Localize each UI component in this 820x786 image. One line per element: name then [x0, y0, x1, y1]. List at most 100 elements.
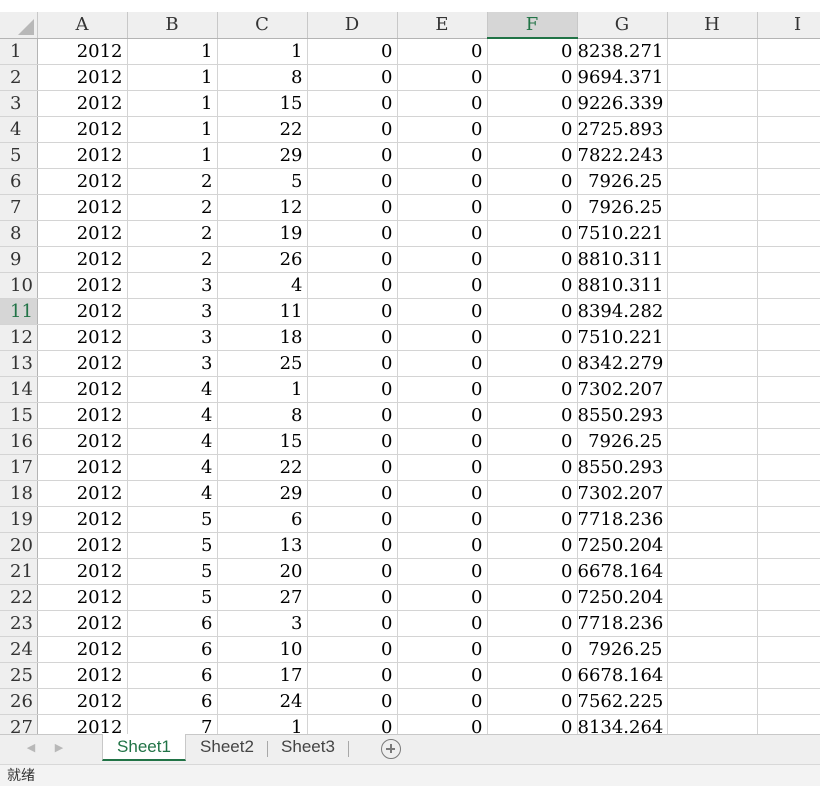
- cell-b3[interactable]: 1: [127, 90, 218, 117]
- cell-h1[interactable]: [667, 38, 758, 65]
- cell-e17[interactable]: 0: [397, 454, 488, 481]
- cell-e26[interactable]: 0: [397, 688, 488, 715]
- cell-b13[interactable]: 3: [127, 350, 218, 377]
- cell-e1[interactable]: 0: [397, 38, 488, 65]
- cell-f7[interactable]: 0: [487, 194, 578, 221]
- cell-b10[interactable]: 3: [127, 272, 218, 299]
- cell-d26[interactable]: 0: [307, 688, 398, 715]
- cell-d11[interactable]: 0: [307, 298, 398, 325]
- cell-i15[interactable]: [757, 402, 820, 429]
- cell-d2[interactable]: 0: [307, 64, 398, 91]
- column-header-d[interactable]: D: [307, 12, 398, 39]
- cell-g5[interactable]: 7822.243: [577, 142, 668, 169]
- cell-d12[interactable]: 0: [307, 324, 398, 351]
- cell-g23[interactable]: 7718.236: [577, 610, 668, 637]
- cell-c27[interactable]: 1: [217, 714, 308, 734]
- row-header[interactable]: 13: [0, 350, 38, 377]
- cell-c18[interactable]: 29: [217, 480, 308, 507]
- row-header[interactable]: 23: [0, 610, 38, 637]
- cell-g19[interactable]: 7718.236: [577, 506, 668, 533]
- cell-e9[interactable]: 0: [397, 246, 488, 273]
- cell-i14[interactable]: [757, 376, 820, 403]
- cell-d8[interactable]: 0: [307, 220, 398, 247]
- row-header[interactable]: 7: [0, 194, 38, 221]
- row-header[interactable]: 16: [0, 428, 38, 455]
- cell-c7[interactable]: 12: [217, 194, 308, 221]
- cell-d24[interactable]: 0: [307, 636, 398, 663]
- cell-c11[interactable]: 11: [217, 298, 308, 325]
- row-header[interactable]: 27: [0, 714, 38, 734]
- cell-c1[interactable]: 1: [217, 38, 308, 65]
- cell-i26[interactable]: [757, 688, 820, 715]
- cell-c3[interactable]: 15: [217, 90, 308, 117]
- cell-c26[interactable]: 24: [217, 688, 308, 715]
- cell-g10[interactable]: 8810.311: [577, 272, 668, 299]
- cell-f17[interactable]: 0: [487, 454, 578, 481]
- cell-a23[interactable]: 2012: [37, 610, 128, 637]
- cell-f21[interactable]: 0: [487, 558, 578, 585]
- cell-b5[interactable]: 1: [127, 142, 218, 169]
- cell-g3[interactable]: 9226.339: [577, 90, 668, 117]
- cell-c15[interactable]: 8: [217, 402, 308, 429]
- tab-sheet2[interactable]: Sheet2: [187, 734, 267, 761]
- cell-d4[interactable]: 0: [307, 116, 398, 143]
- row-header[interactable]: 24: [0, 636, 38, 663]
- row-header[interactable]: 22: [0, 584, 38, 611]
- cell-e13[interactable]: 0: [397, 350, 488, 377]
- row-header[interactable]: 12: [0, 324, 38, 351]
- cell-d7[interactable]: 0: [307, 194, 398, 221]
- column-header-h[interactable]: H: [667, 12, 758, 39]
- cell-i12[interactable]: [757, 324, 820, 351]
- cell-d9[interactable]: 0: [307, 246, 398, 273]
- cell-g11[interactable]: 8394.282: [577, 298, 668, 325]
- cell-f18[interactable]: 0: [487, 480, 578, 507]
- cell-g7[interactable]: 7926.25: [577, 194, 668, 221]
- row-header[interactable]: 18: [0, 480, 38, 507]
- row-header[interactable]: 1: [0, 38, 38, 65]
- cell-d16[interactable]: 0: [307, 428, 398, 455]
- cell-f3[interactable]: 0: [487, 90, 578, 117]
- cell-b14[interactable]: 4: [127, 376, 218, 403]
- cell-a26[interactable]: 2012: [37, 688, 128, 715]
- cell-c2[interactable]: 8: [217, 64, 308, 91]
- cell-g15[interactable]: 8550.293: [577, 402, 668, 429]
- cell-a11[interactable]: 2012: [37, 298, 128, 325]
- cell-d23[interactable]: 0: [307, 610, 398, 637]
- cell-i6[interactable]: [757, 168, 820, 195]
- cell-e21[interactable]: 0: [397, 558, 488, 585]
- cell-h16[interactable]: [667, 428, 758, 455]
- cell-h3[interactable]: [667, 90, 758, 117]
- cell-d1[interactable]: 0: [307, 38, 398, 65]
- cell-e18[interactable]: 0: [397, 480, 488, 507]
- cell-h27[interactable]: [667, 714, 758, 734]
- tab-sheet1[interactable]: Sheet1: [102, 734, 186, 761]
- cell-a9[interactable]: 2012: [37, 246, 128, 273]
- cell-i25[interactable]: [757, 662, 820, 689]
- cell-g18[interactable]: 7302.207: [577, 480, 668, 507]
- cell-e4[interactable]: 0: [397, 116, 488, 143]
- cell-i8[interactable]: [757, 220, 820, 247]
- row-header[interactable]: 19: [0, 506, 38, 533]
- cell-a16[interactable]: 2012: [37, 428, 128, 455]
- cell-d15[interactable]: 0: [307, 402, 398, 429]
- cell-e27[interactable]: 0: [397, 714, 488, 734]
- cell-f9[interactable]: 0: [487, 246, 578, 273]
- cell-i5[interactable]: [757, 142, 820, 169]
- row-header[interactable]: 17: [0, 454, 38, 481]
- cell-d25[interactable]: 0: [307, 662, 398, 689]
- worksheet-grid[interactable]: ABCDEFGHI 1 2012 1 1 0 0 0 8238.271 2 2012 1 8 0 0 0 96…: [0, 12, 820, 734]
- cell-g24[interactable]: 7926.25: [577, 636, 668, 663]
- cell-i24[interactable]: [757, 636, 820, 663]
- cell-d17[interactable]: 0: [307, 454, 398, 481]
- cell-h2[interactable]: [667, 64, 758, 91]
- cell-g25[interactable]: 6678.164: [577, 662, 668, 689]
- cell-a18[interactable]: 2012: [37, 480, 128, 507]
- cell-c5[interactable]: 29: [217, 142, 308, 169]
- column-header-b[interactable]: B: [127, 12, 218, 39]
- cell-f1[interactable]: 0: [487, 38, 578, 65]
- cell-f2[interactable]: 0: [487, 64, 578, 91]
- cell-a20[interactable]: 2012: [37, 532, 128, 559]
- row-header[interactable]: 2: [0, 64, 38, 91]
- cell-a25[interactable]: 2012: [37, 662, 128, 689]
- cell-b26[interactable]: 6: [127, 688, 218, 715]
